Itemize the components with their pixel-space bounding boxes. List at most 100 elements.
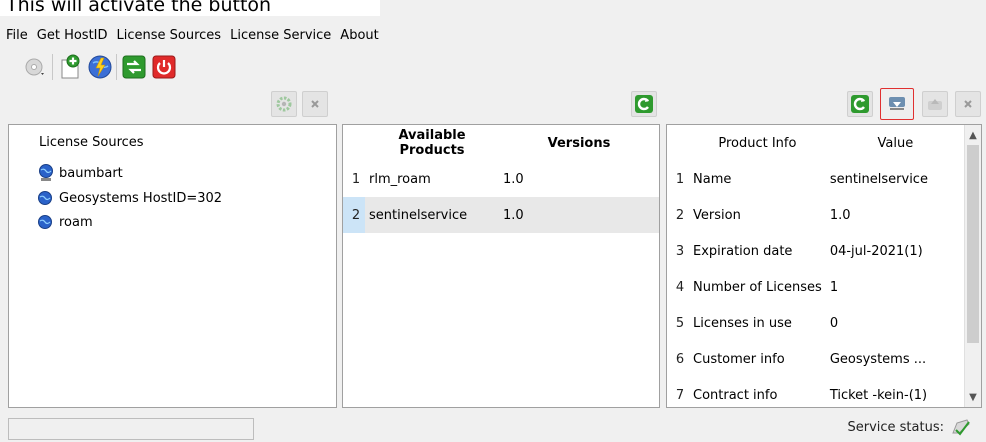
table-row[interactable]: 2 Version 1.0 [667,197,965,233]
table-row[interactable]: 4 Number of Licenses 1 [667,269,965,305]
gear-icon [276,96,292,112]
version-cell: 1.0 [503,171,524,187]
info-header-row: Product Info Value [667,125,965,161]
globe-lightning-button[interactable] [86,53,114,81]
row-number: 1 [351,171,361,187]
row-number: 5 [675,315,685,331]
info-value-cell: 04-jul-2021(1) [829,243,923,259]
product-info-table: Product Info Value 1 Name sentinelservic… [667,125,965,413]
license-sources-panel: License Sources baumbart Geosystems Host… [8,124,337,408]
info-key-cell: Expiration date [693,243,793,259]
power-icon [152,55,176,79]
products-panel-toolbar [342,88,660,120]
caption-text: This will activate the button [0,0,380,16]
menu-license-sources[interactable]: License Sources [117,28,222,43]
refresh-info-button[interactable] [847,91,873,117]
source-item-roam[interactable]: roam [37,211,93,233]
column-header-versions[interactable]: Versions [499,125,659,161]
vertical-scrollbar[interactable]: ▲ ▼ [964,125,981,407]
table-row[interactable]: 3 Expiration date 04-jul-2021(1) [667,233,965,269]
service-status-label: Service status: [847,420,944,435]
scroll-down-arrow-icon[interactable]: ▼ [965,389,981,405]
menu-bar: File Get HostID License Sources License … [0,24,986,46]
product-cell: sentinelservice [365,197,499,233]
menu-about[interactable]: About [340,28,378,43]
products-header-row: Available Products Versions [343,125,659,161]
row-number: 6 [675,351,685,367]
info-key-cell: Contract info [693,387,778,403]
row-number-header [343,125,365,161]
status-message-field [8,418,254,440]
scroll-thumb[interactable] [967,145,979,343]
table-row[interactable]: 5 Licenses in use 0 [667,305,965,341]
info-value-cell: 0 [829,315,839,331]
info-key-cell: Name [693,171,732,187]
main-toolbar [0,50,986,84]
source-item-geosystems[interactable]: Geosystems HostID=302 [37,187,222,209]
info-key-cell: Number of Licenses [693,279,822,295]
row-number: 7 [675,387,685,403]
product-cell: rlm_roam [369,171,431,187]
service-status-icon[interactable] [950,418,972,438]
table-row[interactable]: 6 Customer info Geosystems ... [667,341,965,377]
refresh-icon [635,95,653,113]
arrows-exchange-icon [122,55,146,79]
toolbar-separator [52,54,53,80]
disk-dropdown-icon [25,58,44,76]
row-number-header [667,125,689,161]
source-label: baumbart [59,165,123,181]
source-label: Geosystems HostID=302 [59,190,223,206]
available-products-panel: Available Products Versions 1 rlm_roam 1… [342,124,660,408]
info-value-cell: 1 [829,279,839,295]
menu-file[interactable]: File [6,28,28,43]
download-license-button[interactable] [880,88,914,120]
upload-icon [928,99,942,110]
column-header-value[interactable]: Value [826,125,965,161]
table-row-selected[interactable]: 2 sentinelservice 1.0 [343,197,659,233]
close-icon [311,100,319,108]
refresh-icon [851,95,869,113]
new-source-button[interactable] [56,53,84,81]
sources-panel-toolbar [8,88,337,120]
row-number: 1 [675,171,685,187]
power-button[interactable] [150,53,178,81]
globe-icon [37,213,59,231]
menu-get-hostid[interactable]: Get HostID [37,28,108,43]
table-row[interactable]: 1 rlm_roam 1.0 [343,161,659,197]
refresh-products-button[interactable] [631,91,657,117]
info-key-cell: Version [693,207,741,223]
table-row[interactable]: 7 Contract info Ticket -kein-(1) [667,377,965,413]
globe-computer-icon [37,164,59,182]
disk-dropdown-button[interactable] [22,53,50,81]
info-key-cell: Licenses in use [693,315,792,331]
license-sources-header: License Sources [39,135,144,150]
table-row[interactable]: 1 Name sentinelservice [667,161,965,197]
remove-info-button[interactable] [955,91,981,117]
scroll-up-arrow-icon[interactable]: ▲ [965,127,981,143]
info-key-cell: Customer info [693,351,785,367]
product-info-panel: Product Info Value 1 Name sentinelservic… [666,124,982,408]
remove-source-button[interactable] [302,91,328,117]
row-number: 3 [675,243,685,259]
menu-license-service[interactable]: License Service [230,28,331,43]
toolbar-separator [116,54,117,80]
column-header-products[interactable]: Available Products [365,125,499,161]
products-table: Available Products Versions 1 rlm_roam 1… [343,125,659,233]
info-value-cell: sentinelservice [829,171,928,187]
settings-gear-button[interactable] [271,91,297,117]
row-number: 2 [675,207,685,223]
exchange-button[interactable] [120,53,148,81]
version-cell: 1.0 [499,197,659,233]
close-icon [964,100,972,108]
source-item-baumbart[interactable]: baumbart [37,162,123,184]
info-panel-toolbar [666,88,982,120]
globe-lightning-icon [88,55,112,79]
info-value-cell: Ticket -kein-(1) [829,387,928,403]
new-document-plus-icon [61,54,80,79]
row-number: 4 [675,279,685,295]
globe-icon [37,189,59,207]
download-icon [889,97,905,110]
column-header-product-info[interactable]: Product Info [689,125,826,161]
upload-license-button[interactable] [922,91,948,117]
info-value-cell: Geosystems ... [829,351,927,367]
